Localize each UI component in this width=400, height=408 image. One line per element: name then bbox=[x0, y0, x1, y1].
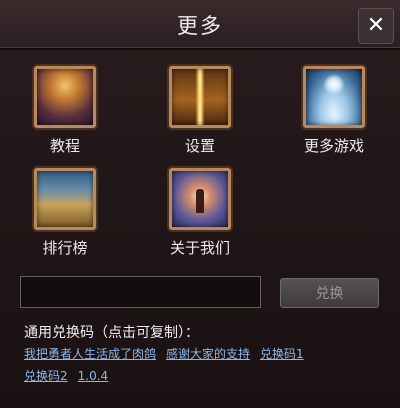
code-link[interactable]: 兑换码1 bbox=[260, 347, 304, 361]
code-link[interactable]: 1.0.4 bbox=[78, 369, 109, 383]
redeem-button[interactable]: 兑换 bbox=[280, 278, 379, 308]
settings-icon bbox=[169, 66, 231, 128]
dialog-title: 更多 bbox=[177, 14, 223, 38]
more-games-icon bbox=[303, 66, 365, 128]
about-us-icon bbox=[169, 168, 231, 230]
menu-item-label: 教程 bbox=[49, 137, 80, 155]
codes-list: 我把勇者人生活成了肉鸽 感谢大家的支持 兑换码1 兑换码2 1.0.4 bbox=[24, 343, 384, 387]
code-link[interactable]: 兑换码2 bbox=[24, 369, 68, 383]
more-dialog: 更多 ✕ 教程 设置 更多游戏 排行榜 关于我们 兑换 通用兑换码（点击可复制）… bbox=[0, 0, 400, 408]
dialog-header: 更多 ✕ bbox=[0, 0, 400, 50]
menu-item-settings[interactable]: 设置 bbox=[145, 66, 255, 156]
tutorial-icon bbox=[34, 66, 96, 128]
code-link[interactable]: 感谢大家的支持 bbox=[166, 347, 250, 361]
menu-item-leaderboard[interactable]: 排行榜 bbox=[10, 168, 120, 258]
menu-item-about-us[interactable]: 关于我们 bbox=[145, 168, 255, 258]
menu-item-label: 关于我们 bbox=[169, 239, 230, 257]
leaderboard-icon bbox=[34, 168, 96, 230]
codes-title: 通用兑换码（点击可复制）： bbox=[24, 325, 199, 341]
code-link[interactable]: 我把勇者人生活成了肉鸽 bbox=[24, 347, 156, 361]
menu-item-tutorial[interactable]: 教程 bbox=[10, 66, 120, 156]
menu-item-label: 设置 bbox=[184, 137, 215, 155]
close-icon[interactable]: ✕ bbox=[358, 8, 394, 44]
redeem-code-input[interactable] bbox=[20, 276, 261, 308]
menu-item-label: 更多游戏 bbox=[303, 137, 364, 155]
menu-item-label: 排行榜 bbox=[42, 239, 88, 257]
menu-item-more-games[interactable]: 更多游戏 bbox=[279, 66, 389, 156]
